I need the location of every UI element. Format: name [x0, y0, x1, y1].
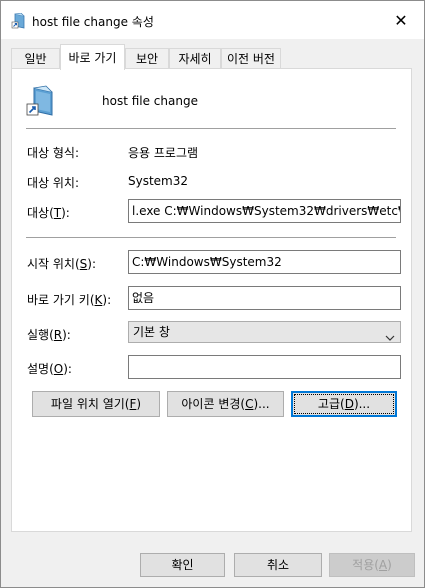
start-in-label: 시작 위치(S): [27, 257, 97, 271]
change-icon-button[interactable]: 아이콘 변경(C)... [167, 391, 284, 417]
divider [26, 237, 396, 238]
shortcut-name: host file change [102, 94, 198, 108]
shortcut-key-input[interactable]: 없음 [128, 286, 401, 310]
ok-button[interactable]: 확인 [140, 553, 225, 577]
target-input-value: l.exe C:₩Windows₩System32₩drivers₩etc₩ho… [132, 204, 400, 218]
run-label: 실행(R): [27, 328, 71, 342]
close-icon: ✕ [394, 10, 408, 30]
title-bar[interactable]: host file change 속성 ✕ [1, 1, 424, 39]
tab-label: 이전 버전 [227, 52, 275, 66]
start-in-input[interactable]: C:₩Windows₩System32 [128, 250, 401, 274]
chevron-down-icon [385, 328, 395, 341]
target-label: 대상(T): [27, 206, 70, 220]
shortcut-key-label: 바로 가기 키(K): [27, 293, 112, 307]
window-title: host file change 속성 [32, 15, 154, 29]
shortcut-key-input-value: 없음 [132, 291, 155, 305]
target-type-label: 대상 형식: [27, 146, 80, 160]
shortcut-app-icon [11, 12, 27, 29]
apply-button[interactable]: 적용(A) [329, 553, 415, 577]
tab-general[interactable]: 일반 [11, 48, 60, 68]
application-shortcut-icon [25, 85, 57, 117]
run-select-value: 기본 창 [133, 325, 170, 339]
comment-label: 설명(O): [27, 362, 72, 376]
target-input[interactable]: l.exe C:₩Windows₩System32₩drivers₩etc₩ho… [128, 199, 401, 223]
divider [26, 128, 396, 129]
run-select[interactable]: 기본 창 [128, 321, 401, 343]
open-file-location-button[interactable]: 파일 위치 열기(F) [32, 391, 160, 417]
tab-label: 일반 [24, 52, 47, 66]
target-type-value: 응용 프로그램 [128, 146, 199, 160]
cancel-button[interactable]: 취소 [234, 553, 322, 577]
target-location-label: 대상 위치: [27, 176, 80, 190]
properties-dialog: host file change 속성 ✕ 일반 바로 가기 보안 자세히 이전… [0, 0, 425, 588]
target-location-value: System32 [128, 174, 189, 188]
tab-label: 보안 [135, 52, 159, 66]
advanced-button[interactable]: 고급(D)... [291, 391, 397, 417]
tab-previous-versions[interactable]: 이전 버전 [221, 48, 281, 68]
comment-input[interactable] [128, 355, 401, 379]
tab-details[interactable]: 자세히 [169, 48, 221, 68]
close-button[interactable]: ✕ [378, 1, 424, 39]
tab-label: 자세히 [178, 52, 212, 66]
start-in-input-value: C:₩Windows₩System32 [132, 255, 282, 269]
tab-label: 바로 가기 [68, 51, 117, 65]
tab-security[interactable]: 보안 [125, 48, 169, 68]
tab-shortcut[interactable]: 바로 가기 [60, 44, 125, 70]
